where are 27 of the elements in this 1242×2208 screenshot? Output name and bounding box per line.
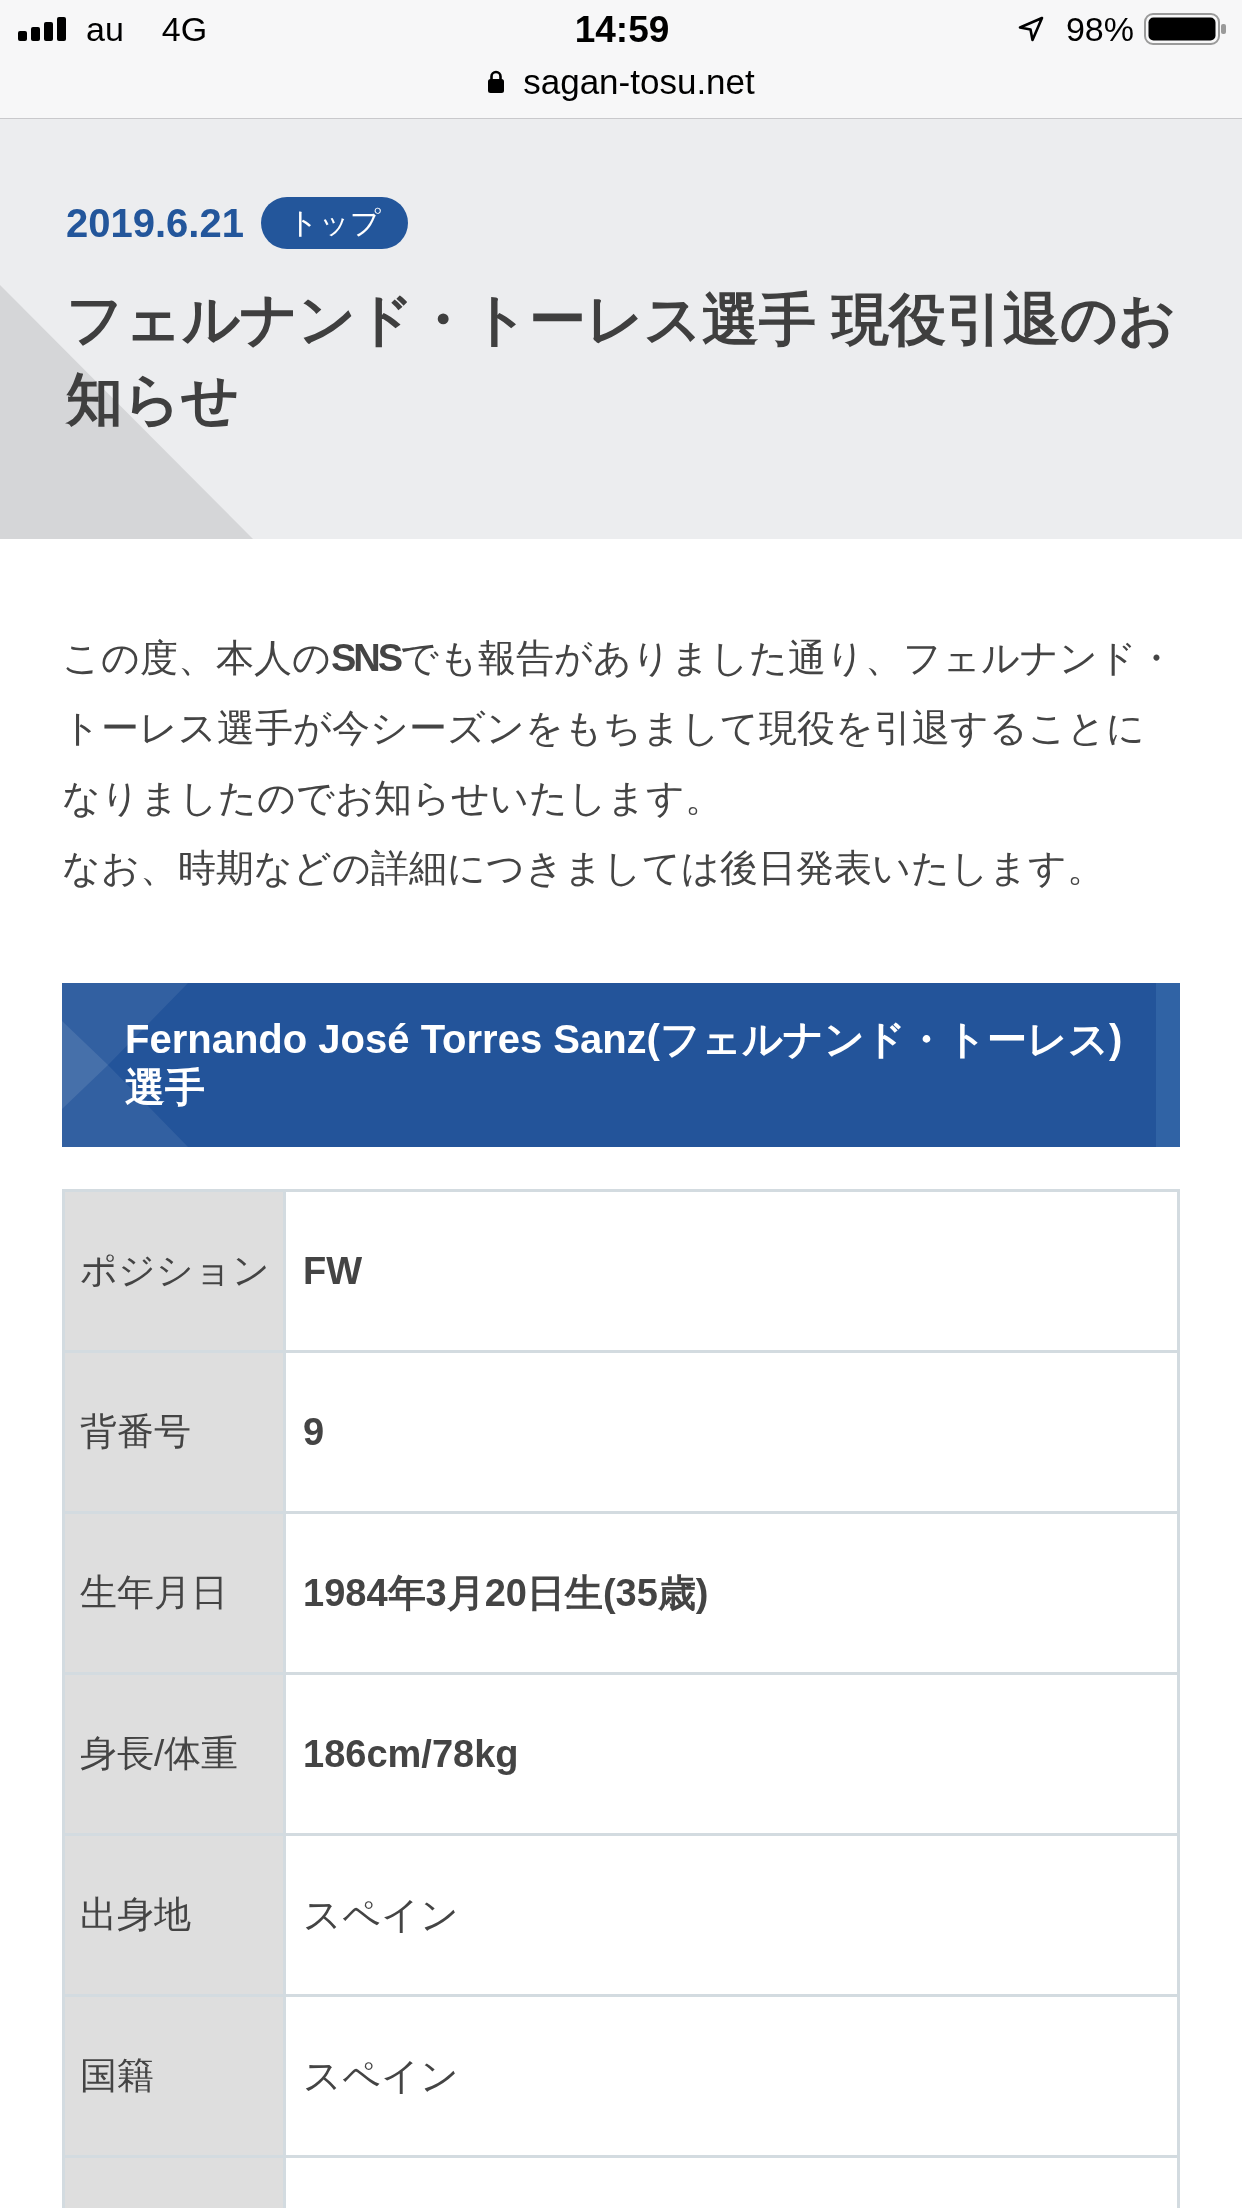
post-date: 2019.6.21	[66, 203, 244, 243]
player-name-heading: Fernando José Torres Sanz(フェルナンド・トーレス)選手	[125, 1016, 1124, 1111]
category-tag[interactable]: トップ	[260, 197, 408, 249]
header-cell: 国籍	[65, 1997, 283, 2155]
header-cell: 出身地	[65, 1836, 283, 1994]
signal-icon	[18, 17, 66, 41]
battery-percentage: 98%	[1065, 12, 1134, 46]
header-cell: ポジション	[65, 1192, 283, 1350]
clock-time: 14:59	[574, 10, 670, 48]
header-cell: 背番号	[65, 1353, 283, 1511]
location-arrow-icon	[1017, 16, 1044, 42]
network-label: 4G	[161, 12, 208, 46]
table-cell: 1984年3月20日生(35歳)	[286, 1514, 1177, 1672]
lock-icon	[487, 69, 506, 93]
table-cell: FW	[286, 1192, 1177, 1350]
table-cell: スペイン	[286, 1997, 1177, 2155]
table-cell: スペイン	[286, 1836, 1177, 1994]
header-cell: 身長/体重	[65, 1675, 283, 1833]
battery-icon	[1144, 13, 1226, 45]
table-cell: 186cm/78kg	[286, 1675, 1177, 1833]
article-title: フェルナンド・トーレス選手 現役引退のお知らせ	[66, 286, 1177, 433]
header-cell: 生年月日	[65, 1514, 283, 1672]
url-text[interactable]: sagan-tosu.net	[523, 63, 755, 99]
body-paragraph: なお、時期などの詳細につきましては後日発表いたします。	[62, 846, 1106, 891]
table-cell: 9	[286, 1353, 1177, 1511]
carrier-label: au	[86, 12, 124, 46]
body-paragraph: この度、本人のSNSでも報告がありました通り、フェルナンド・トーレス選手が今シーズンをもちまして現役を引退することになりましたのでお知らせいたします。	[62, 636, 1176, 821]
